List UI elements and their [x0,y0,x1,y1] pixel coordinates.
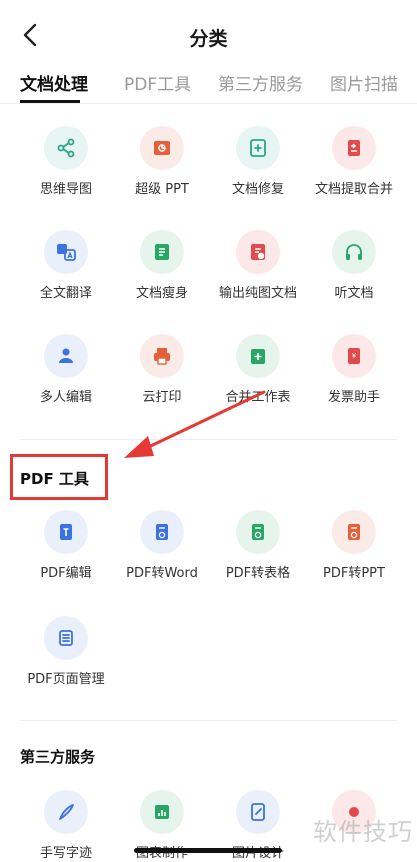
active-tab-indicator [20,100,80,103]
tool-item[interactable]: 听文档 [306,230,402,314]
tab-pdf-tools[interactable]: PDF工具 [124,70,191,95]
tool-label: 发票助手 [327,390,380,405]
ppt-icon [140,126,184,170]
tool-item[interactable]: 文档修复 [210,126,306,210]
pdf-edit-icon [44,510,88,554]
translate-icon [44,230,88,274]
image-doc-icon [236,230,280,274]
category-tabs: 文档处理 PDF工具 第三方服务 图片扫描 [0,62,417,104]
annotation-arrow [124,390,266,458]
sheet-merge-icon [236,334,280,378]
tool-label: 文档提取合并 [314,182,393,197]
pdf-to-excel-icon [236,510,280,554]
tool-item[interactable]: 多人编辑 [18,334,114,418]
handwriting-icon [44,790,88,834]
tool-item[interactable]: 文档瘦身 [114,230,210,314]
section-divider [20,720,397,721]
tool-item[interactable]: PDF转PPT [306,510,402,594]
invoice-icon: ¥ [332,334,376,378]
doc-slim-icon [140,230,184,274]
pdf-pages-icon [44,616,88,660]
image-design-icon [236,790,280,834]
mind-map-icon [44,126,88,170]
headphones-icon [332,230,376,274]
svg-text:¥: ¥ [352,352,357,360]
tool-item[interactable]: PDF转表格 [210,510,306,594]
tab-third-party[interactable]: 第三方服务 [218,70,303,95]
tool-item[interactable]: PDF页面管理 [18,616,114,700]
section-title-third-party: 第三方服务 [20,748,96,766]
tool-item[interactable]: PDF转Word [114,510,210,594]
pdf-to-word-icon [140,510,184,554]
watermark: 软件技巧 [313,818,413,846]
tool-label: PDF页面管理 [27,672,105,687]
content-area[interactable]: 思维导图 超级 PPT 文档修复 文档提取合并全文翻译 文档瘦身 输出纯图文档听文档多人编… [0,104,417,862]
tool-item[interactable]: 文档提取合并 [306,126,402,210]
multi-edit-icon [44,334,88,378]
tool-item[interactable]: PDF编辑 [18,510,114,594]
home-indicator[interactable] [134,848,282,853]
printer-icon [140,334,184,378]
tool-item[interactable]: 手写字迹 [18,790,114,862]
page-title: 分类 [189,28,228,50]
nav-bar: 分类 [0,0,417,62]
tab-image-scan[interactable]: 图片扫描 [330,70,398,95]
pdf-to-ppt-icon [332,510,376,554]
tool-item[interactable]: 思维导图 [18,126,114,210]
tool-item[interactable]: ¥ 发票助手 [306,334,402,418]
tool-item[interactable]: 输出纯图文档 [210,230,306,314]
tool-label: 听文档 [334,286,374,301]
tab-doc-processing[interactable]: 文档处理 [20,70,88,95]
tool-item[interactable]: 全文翻译 [18,230,114,314]
tool-label: PDF转PPT [323,566,385,581]
annotation-highlight-box [10,454,108,500]
doc-repair-icon [236,126,280,170]
chart-make-icon [140,790,184,834]
tool-item[interactable]: 超级 PPT [114,126,210,210]
doc-merge-icon [332,126,376,170]
